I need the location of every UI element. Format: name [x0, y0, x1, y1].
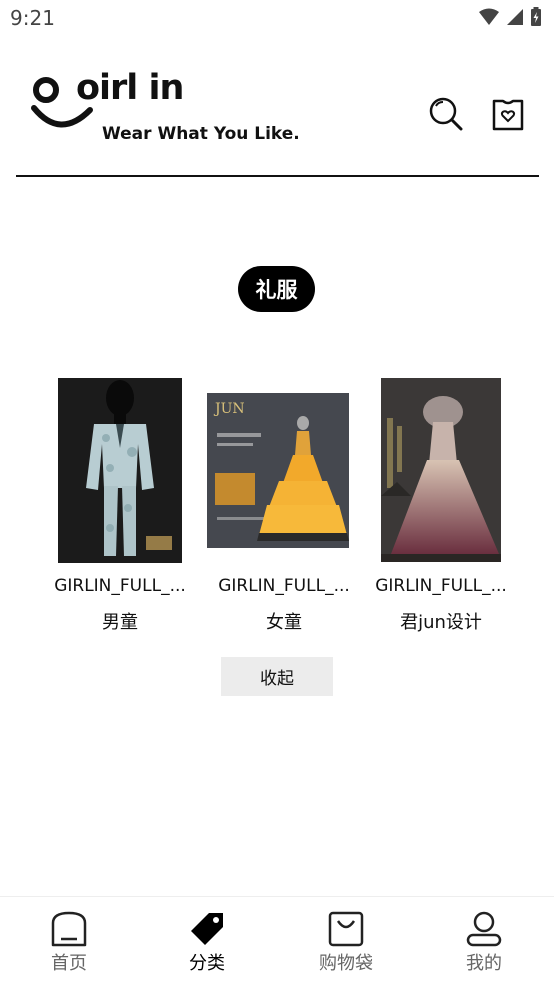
collapse-button[interactable]: 收起 — [221, 657, 333, 696]
product-name: GIRLIN_FULL_... — [218, 576, 350, 596]
wifi-icon — [479, 8, 499, 25]
product-subtitle: 男童 — [102, 612, 138, 633]
signal-icon — [507, 9, 523, 25]
product-card-jun-design[interactable]: GIRLIN_FULL_... 君jun设计 — [370, 378, 512, 636]
product-image-boys-suit — [58, 378, 182, 563]
nav-item-category[interactable]: 分类 — [138, 897, 276, 985]
product-image-girls-gown: JUN — [207, 393, 349, 548]
nav-label-profile: 我的 — [466, 953, 502, 974]
header: oirl in Wear What You Like. — [0, 50, 554, 176]
battery-icon — [531, 7, 541, 26]
status-time: 9:21 — [10, 6, 55, 30]
product-card-girls[interactable]: JUN GIRLIN_FULL_... 女童 — [205, 378, 363, 636]
product-subtitle: 女童 — [266, 612, 302, 633]
nav-item-profile[interactable]: 我的 — [415, 897, 553, 985]
status-bar: 9:21 — [0, 0, 554, 36]
heart-bag-icon — [492, 99, 524, 131]
product-image-jun-gown — [381, 378, 501, 562]
category-title: 礼服 — [255, 278, 298, 302]
logo-wordmark: oirl in — [76, 68, 184, 108]
category-title-pill: 礼服 — [238, 266, 315, 312]
tag-icon — [191, 913, 223, 945]
favorites-bag-button[interactable] — [490, 96, 526, 132]
product-subtitle: 君jun设计 — [400, 612, 482, 633]
search-button[interactable] — [428, 96, 464, 132]
bottom-nav: 首页 分类 购物袋 我的 — [0, 896, 554, 985]
product-name: GIRLIN_FULL_... — [54, 576, 186, 596]
header-divider — [16, 175, 539, 177]
nav-label-bag: 购物袋 — [319, 953, 373, 974]
svg-text:JUN: JUN — [213, 401, 245, 417]
nav-label-category: 分类 — [189, 953, 225, 974]
status-icons — [478, 7, 542, 27]
shopping-bag-icon — [328, 911, 364, 947]
logo-tagline: Wear What You Like. — [102, 124, 300, 144]
brand-logo[interactable]: oirl in Wear What You Like. — [30, 68, 300, 144]
search-icon — [429, 97, 463, 131]
nav-item-bag[interactable]: 购物袋 — [277, 897, 415, 985]
product-card-boys[interactable]: GIRLIN_FULL_... 男童 — [48, 378, 192, 636]
home-icon — [51, 911, 87, 947]
nav-label-home: 首页 — [51, 953, 87, 974]
product-name: GIRLIN_FULL_... — [375, 576, 507, 596]
nav-item-home[interactable]: 首页 — [0, 897, 138, 985]
profile-icon — [466, 911, 502, 947]
